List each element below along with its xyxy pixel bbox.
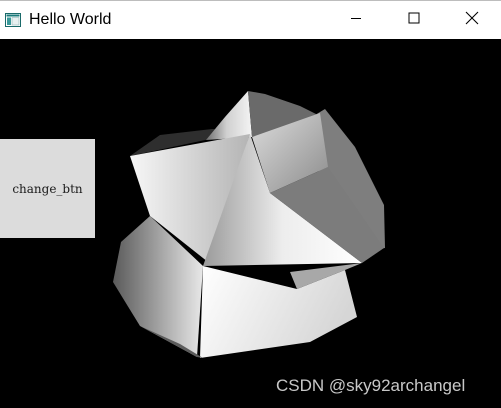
watermark-text: CSDN @sky92archangel	[276, 376, 466, 395]
close-button[interactable]	[443, 1, 501, 39]
app-window: Hello World change_btn CSDN @sky92archan…	[0, 0, 501, 408]
minimize-button[interactable]	[327, 1, 385, 39]
change-button[interactable]: change_btn	[0, 139, 95, 238]
close-icon	[465, 11, 479, 30]
qt-window-icon	[5, 13, 21, 27]
title-bar[interactable]: Hello World	[0, 0, 501, 39]
face-lower-center	[200, 266, 357, 358]
opengl-viewport[interactable]: change_btn CSDN @sky92archangel	[0, 39, 501, 408]
face-top-prong-left	[206, 91, 252, 140]
maximize-button[interactable]	[385, 1, 443, 39]
maximize-icon	[408, 11, 420, 29]
minimize-icon	[350, 11, 362, 29]
window-title: Hello World	[29, 11, 112, 28]
